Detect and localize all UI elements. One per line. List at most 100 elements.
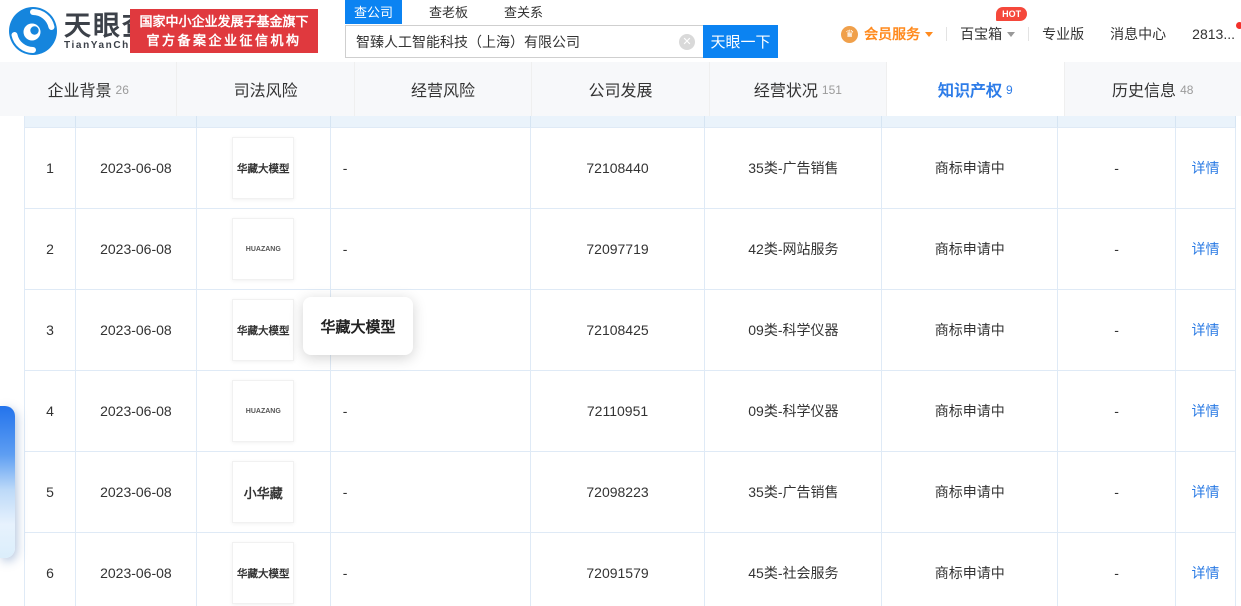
messages-label: 消息中心	[1110, 26, 1167, 42]
trademark-image-cell: 华藏大模型	[196, 128, 331, 209]
category-cell: 45类-社会服务	[705, 533, 883, 606]
clear-search-icon[interactable]: ✕	[679, 34, 695, 50]
search-module: 查公司查老板查关系 ✕ 天眼一下	[345, 0, 778, 58]
table-row: 6 2023-06-08 华藏大模型 -72091579 45类-社会服务 商标申请中 - 详…	[25, 533, 1237, 606]
detail-link[interactable]: 详情	[1192, 563, 1220, 583]
trademark-image-cell: HUAZANG	[196, 209, 331, 290]
floating-side-widget[interactable]	[0, 406, 15, 558]
header-strip-cell	[1176, 116, 1237, 128]
nav-tab-4[interactable]: 经营状况 151	[710, 62, 888, 116]
action-cell: 详情	[1176, 533, 1237, 606]
search-tab-1[interactable]: 查老板	[420, 0, 477, 24]
reg_no-cell: 72097719	[530, 209, 706, 290]
eye-swirl-icon	[9, 7, 57, 55]
search-input[interactable]	[345, 25, 703, 58]
header-strip-cell	[1058, 116, 1177, 128]
category-cell: 09类-科学仪器	[705, 290, 883, 371]
name-cell: -	[330, 128, 531, 209]
toolbox-label: 百宝箱	[960, 26, 1003, 42]
trademark-image[interactable]: HUAZANG	[232, 218, 295, 280]
table-row: 1 2023-06-08 华藏大模型 -72108440 35类-广告销售 商标申请中 - 详…	[25, 128, 1237, 209]
page: 天眼查 TianYanCha.com 国家中小企业发展子基金旗下 官方备案企业征…	[0, 0, 1241, 606]
action-cell: 详情	[1176, 371, 1237, 452]
action-cell: 详情	[1176, 128, 1237, 209]
index-cell: 4	[25, 371, 76, 452]
nav-tab-label: 经营状况	[753, 83, 818, 100]
reg_no-cell: 72091579	[531, 533, 706, 606]
category-cell: 09类-科学仪器	[705, 371, 883, 452]
hot-badge: HOT	[996, 7, 1028, 21]
extra-cell: -	[1058, 209, 1177, 290]
status-cell: 商标申请中	[882, 371, 1059, 452]
index-cell: 1	[25, 128, 76, 209]
nav-tab-label: 企业背景	[47, 83, 112, 100]
table-body: 1 2023-06-08 华藏大模型 -72108440 35类-广告销售 商标申请中 - 详…	[25, 128, 1237, 606]
nav-tab-label: 公司发展	[588, 83, 653, 100]
extra-cell: -	[1058, 533, 1177, 606]
badge-line1: 国家中小企业发展子基金旗下	[139, 14, 309, 29]
date-cell: 2023-06-08	[75, 452, 197, 533]
trademark-image-cell: HUAZANG	[196, 371, 331, 452]
nav-tab-5[interactable]: 知识产权 9	[887, 62, 1065, 116]
menu-pro-version[interactable]: 专业版	[1042, 24, 1084, 44]
nav-tab-2[interactable]: 经营风险	[355, 62, 533, 116]
search-tab-2[interactable]: 查关系	[495, 0, 552, 24]
badge-line2: 官方备案企业征信机构	[146, 33, 302, 48]
date-cell: 2023-06-08	[75, 371, 197, 452]
trademark-image-cell: 华藏大模型	[197, 533, 331, 606]
extra-cell: -	[1058, 452, 1177, 533]
trademark-image[interactable]: 小华藏	[232, 461, 295, 523]
reg_no-cell: 72108425	[530, 290, 706, 371]
index-cell: 6	[25, 533, 76, 606]
nav-tab-1[interactable]: 司法风险	[177, 62, 355, 116]
menu-toolbox[interactable]: HOT 百宝箱	[960, 7, 1028, 44]
trademark-image[interactable]: 华藏大模型	[232, 542, 295, 604]
table-header-strip	[25, 116, 1237, 128]
nav-tab-count: 26	[115, 83, 129, 97]
name-cell: -	[330, 209, 531, 290]
crown-icon: ♛	[841, 25, 859, 43]
extra-cell: -	[1058, 290, 1177, 371]
divider	[946, 27, 948, 41]
index-cell: 2	[25, 209, 76, 290]
name-cell: -	[331, 533, 531, 606]
search-row: ✕ 天眼一下	[345, 25, 778, 58]
counter-label: 2813...	[1192, 26, 1235, 42]
menu-vip-services[interactable]: ♛ 会员服务	[841, 24, 934, 44]
chevron-down-icon	[925, 31, 934, 37]
trademark-text: 小华藏	[243, 485, 283, 501]
date-cell: 2023-06-08	[75, 290, 197, 371]
trademark-image[interactable]: HUAZANG	[232, 380, 295, 442]
nav-tab-count: 151	[821, 83, 842, 97]
menu-message-center[interactable]: 消息中心	[1110, 24, 1166, 44]
search-tab-0[interactable]: 查公司	[345, 0, 403, 24]
nav-tab-0[interactable]: 企业背景 26	[0, 62, 178, 116]
nav-tab-label: 历史信息	[1112, 83, 1177, 100]
detail-link[interactable]: 详情	[1192, 239, 1220, 259]
header-strip-cell	[25, 116, 76, 128]
extra-cell: -	[1058, 128, 1177, 209]
reg_no-cell: 72110951	[530, 371, 706, 452]
nav-tab-count: 9	[1005, 83, 1013, 97]
trademark-image[interactable]: 华藏大模型	[232, 137, 295, 199]
extra-cell: -	[1058, 371, 1177, 452]
index-cell: 3	[25, 290, 76, 371]
header-strip-cell	[75, 116, 197, 128]
status-cell: 商标申请中	[882, 452, 1059, 533]
nav-tab-6[interactable]: 历史信息 48	[1065, 62, 1241, 116]
detail-link[interactable]: 详情	[1192, 482, 1220, 502]
table-row: 32023-06-08华藏大模型-7210842509类-科学仪器商标申请中-详…	[25, 290, 1237, 371]
search-button[interactable]: 天眼一下	[703, 25, 778, 58]
menu-user-counter[interactable]: 2813...	[1192, 22, 1241, 42]
trademark-text: HUAZANG	[245, 245, 281, 253]
header-strip-cell	[196, 116, 331, 128]
detail-link[interactable]: 详情	[1192, 320, 1220, 340]
detail-link[interactable]: 详情	[1192, 401, 1220, 421]
trademark-image-cell: 小华藏	[196, 452, 331, 533]
status-cell: 商标申请中	[882, 209, 1059, 290]
detail-link[interactable]: 详情	[1192, 158, 1220, 178]
trademark-image[interactable]: 华藏大模型	[232, 299, 295, 361]
nav-tab-3[interactable]: 公司发展	[532, 62, 710, 116]
action-cell: 详情	[1176, 209, 1237, 290]
date-cell: 2023-06-08	[75, 209, 197, 290]
